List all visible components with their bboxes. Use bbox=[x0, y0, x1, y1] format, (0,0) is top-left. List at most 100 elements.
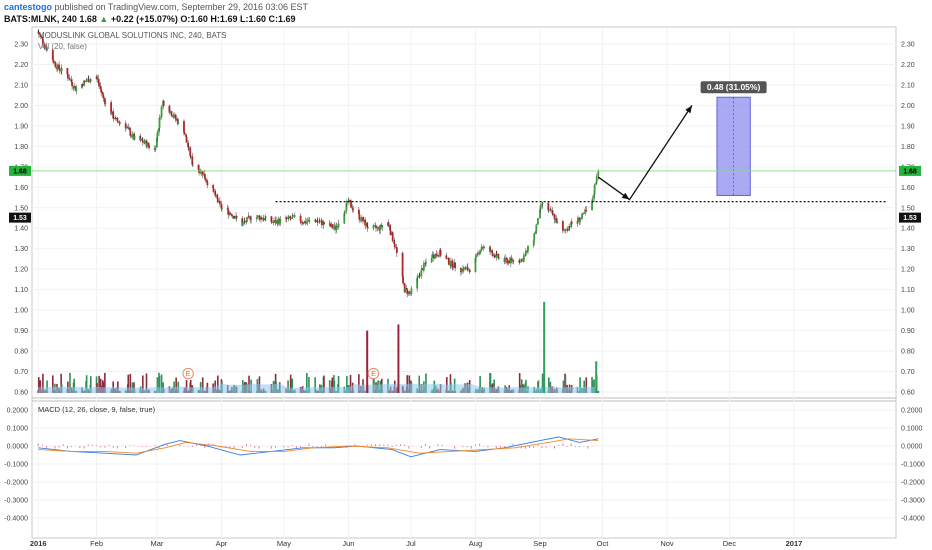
candle-body bbox=[246, 217, 248, 222]
candle-body bbox=[556, 221, 559, 224]
candle-body bbox=[125, 127, 128, 129]
candle-body bbox=[489, 250, 492, 252]
x-tick-label: Oct bbox=[597, 539, 610, 548]
macd-histogram-bar bbox=[549, 445, 551, 446]
candle-body bbox=[391, 232, 394, 242]
macd-histogram-bar bbox=[220, 446, 222, 448]
candle-body bbox=[302, 222, 305, 224]
macd-histogram-bar bbox=[366, 444, 368, 446]
macd-histogram-bar bbox=[562, 443, 564, 446]
candle-body bbox=[89, 79, 92, 82]
candle-body bbox=[306, 221, 309, 223]
macd-histogram-bar bbox=[545, 446, 547, 448]
candle-body bbox=[508, 260, 511, 264]
candle-body bbox=[495, 253, 498, 255]
candle-body bbox=[362, 219, 365, 222]
projection-label: 0.48 (31.05%) bbox=[707, 82, 761, 92]
macd-histogram-bar bbox=[91, 444, 93, 446]
candle-body bbox=[477, 252, 479, 254]
y-tick-label: 0.90 bbox=[901, 328, 915, 335]
macd-histogram-bar bbox=[125, 446, 127, 449]
volume-label: Vol (20, false) bbox=[38, 42, 87, 51]
macd-histogram-bar bbox=[58, 446, 60, 448]
last-price-tag-right: 1.68 bbox=[903, 168, 917, 175]
candle-body bbox=[69, 79, 71, 81]
macd-histogram-bar bbox=[129, 445, 131, 446]
candle-body bbox=[229, 212, 232, 215]
candle-body bbox=[85, 80, 88, 82]
candle-body bbox=[127, 127, 130, 129]
candle-body bbox=[518, 261, 521, 263]
macd-histogram-bar bbox=[79, 446, 81, 449]
candle-body bbox=[299, 215, 302, 222]
macd-histogram-bar bbox=[316, 446, 318, 448]
candle-body bbox=[466, 267, 469, 271]
macd-histogram-bar bbox=[529, 446, 531, 448]
candle-body bbox=[583, 212, 586, 214]
macd-histogram-bar bbox=[466, 446, 468, 448]
candle-body bbox=[564, 229, 567, 231]
macd-histogram-bar bbox=[162, 445, 164, 446]
candle-body bbox=[264, 216, 267, 218]
candle-body bbox=[387, 222, 390, 225]
y-tick-label: 0.60 bbox=[901, 389, 915, 396]
macd-histogram-bar bbox=[137, 446, 139, 447]
price-chart[interactable]: E E 2.30 2.30 2.20 2.20 2.10 2.10 2.00 2.00 1.90 1… bbox=[0, 0, 932, 550]
candle-body bbox=[141, 140, 144, 143]
candle-body bbox=[293, 215, 296, 217]
candle-body bbox=[358, 214, 361, 220]
candle-body bbox=[416, 275, 419, 279]
candle-body bbox=[104, 102, 107, 105]
candle-body bbox=[481, 247, 484, 249]
candle-body bbox=[504, 257, 506, 262]
candle-body bbox=[212, 185, 215, 189]
candle-body bbox=[593, 194, 596, 199]
macd-histogram-bar bbox=[291, 444, 293, 446]
candle-body bbox=[116, 121, 119, 123]
candle-body bbox=[119, 122, 121, 124]
candle-body bbox=[241, 222, 244, 226]
y-tick-label: 2.10 bbox=[901, 82, 915, 89]
macd-histogram-bar bbox=[483, 446, 485, 447]
candle-body bbox=[577, 217, 579, 222]
candle-body bbox=[320, 220, 323, 226]
macd-histogram-bar bbox=[179, 444, 181, 446]
candle-body bbox=[533, 233, 536, 241]
candle-body bbox=[250, 219, 253, 221]
candle-body bbox=[568, 226, 571, 228]
macd-histogram-bar bbox=[312, 446, 314, 448]
macd-histogram-bar bbox=[558, 445, 560, 446]
candle-body bbox=[146, 142, 148, 147]
candle-body bbox=[129, 130, 132, 136]
macd-histogram-bar bbox=[383, 444, 385, 446]
y-tick-label: 1.00 bbox=[901, 308, 915, 315]
candle-body bbox=[289, 218, 292, 220]
candle-body bbox=[177, 121, 180, 124]
macd-histogram-bar bbox=[579, 446, 581, 448]
candle-body bbox=[71, 82, 73, 86]
candle-body bbox=[373, 225, 375, 227]
candle-body bbox=[581, 213, 584, 218]
candle-body bbox=[408, 291, 411, 293]
macd-histogram-bar bbox=[358, 446, 360, 447]
candle-body bbox=[491, 252, 494, 257]
candle-body bbox=[483, 246, 486, 248]
macd-histogram-bar bbox=[512, 443, 514, 446]
candle-body bbox=[406, 289, 409, 294]
macd-histogram-bar bbox=[87, 444, 89, 446]
candle-body bbox=[468, 269, 471, 273]
macd-histogram-bar bbox=[437, 444, 439, 446]
candle-body bbox=[445, 255, 448, 259]
y-tick-label: 0.80 bbox=[14, 349, 28, 356]
candle-body bbox=[379, 224, 382, 231]
candle-body bbox=[475, 254, 477, 258]
macd-histogram-bar bbox=[300, 446, 302, 449]
candle-body bbox=[75, 87, 78, 92]
macd-y-tick-label: -0.4000 bbox=[4, 516, 28, 523]
candle-body bbox=[275, 220, 277, 224]
y-tick-label: 1.60 bbox=[901, 185, 915, 192]
candle-body bbox=[585, 209, 588, 211]
y-tick-label: 1.20 bbox=[901, 267, 915, 274]
macd-histogram-bar bbox=[250, 444, 252, 446]
macd-histogram-bar bbox=[504, 446, 506, 448]
